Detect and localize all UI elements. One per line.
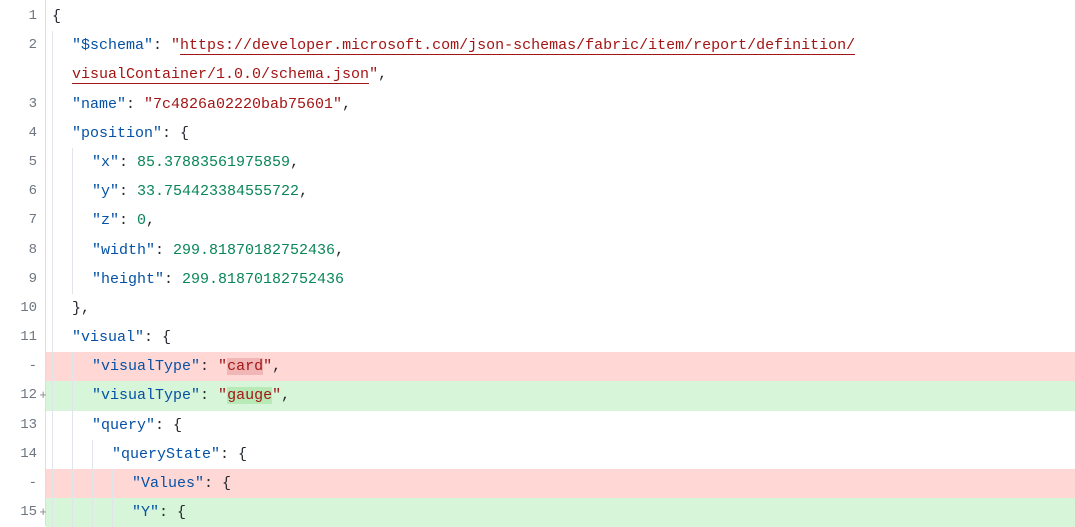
line-number-gutter: 1 2 3 4 5 6 7 8 9 10 11 - 12+ 13 14 - 15… bbox=[0, 0, 45, 526]
line-number: 11 bbox=[0, 323, 45, 352]
line-number-addition: 12+ bbox=[0, 381, 45, 410]
code-line: "$schema": "https://developer.microsoft.… bbox=[46, 31, 1075, 60]
line-number-deletion: - bbox=[0, 352, 45, 381]
line-number: 6 bbox=[0, 177, 45, 206]
code-line: "x": 85.37883561975859, bbox=[46, 148, 1075, 177]
line-number: 5 bbox=[0, 148, 45, 177]
code-line-deletion: "visualType": "card", bbox=[46, 352, 1075, 381]
code-line: visualContainer/1.0.0/schema.json", bbox=[46, 60, 1075, 89]
code-line: "query": { bbox=[46, 411, 1075, 440]
code-line-addition: "Y": { bbox=[46, 498, 1075, 527]
code-line: "visual": { bbox=[46, 323, 1075, 352]
code-line: "z": 0, bbox=[46, 206, 1075, 235]
line-number-addition: 15+ bbox=[0, 498, 45, 527]
code-editor[interactable]: 1 2 3 4 5 6 7 8 9 10 11 - 12+ 13 14 - 15… bbox=[0, 0, 1075, 526]
line-number bbox=[0, 60, 45, 89]
code-line: { bbox=[46, 2, 1075, 31]
line-number: 13 bbox=[0, 411, 45, 440]
code-line: "y": 33.754423384555722, bbox=[46, 177, 1075, 206]
code-line: "height": 299.81870182752436 bbox=[46, 265, 1075, 294]
line-number-deletion: - bbox=[0, 469, 45, 498]
line-number: 8 bbox=[0, 236, 45, 265]
line-number: 10 bbox=[0, 294, 45, 323]
code-line: "queryState": { bbox=[46, 440, 1075, 469]
code-line: "width": 299.81870182752436, bbox=[46, 236, 1075, 265]
code-content[interactable]: { "$schema": "https://developer.microsof… bbox=[45, 0, 1075, 526]
code-line: }, bbox=[46, 294, 1075, 323]
code-line-deletion: "Values": { bbox=[46, 469, 1075, 498]
line-number: 4 bbox=[0, 119, 45, 148]
line-number: 1 bbox=[0, 2, 45, 31]
line-number: 2 bbox=[0, 31, 45, 60]
line-number: 9 bbox=[0, 265, 45, 294]
line-number: 7 bbox=[0, 206, 45, 235]
code-line-addition: "visualType": "gauge", bbox=[46, 381, 1075, 410]
code-line: "position": { bbox=[46, 119, 1075, 148]
line-number: 14 bbox=[0, 440, 45, 469]
line-number: 3 bbox=[0, 90, 45, 119]
code-line: "name": "7c4826a02220bab75601", bbox=[46, 90, 1075, 119]
